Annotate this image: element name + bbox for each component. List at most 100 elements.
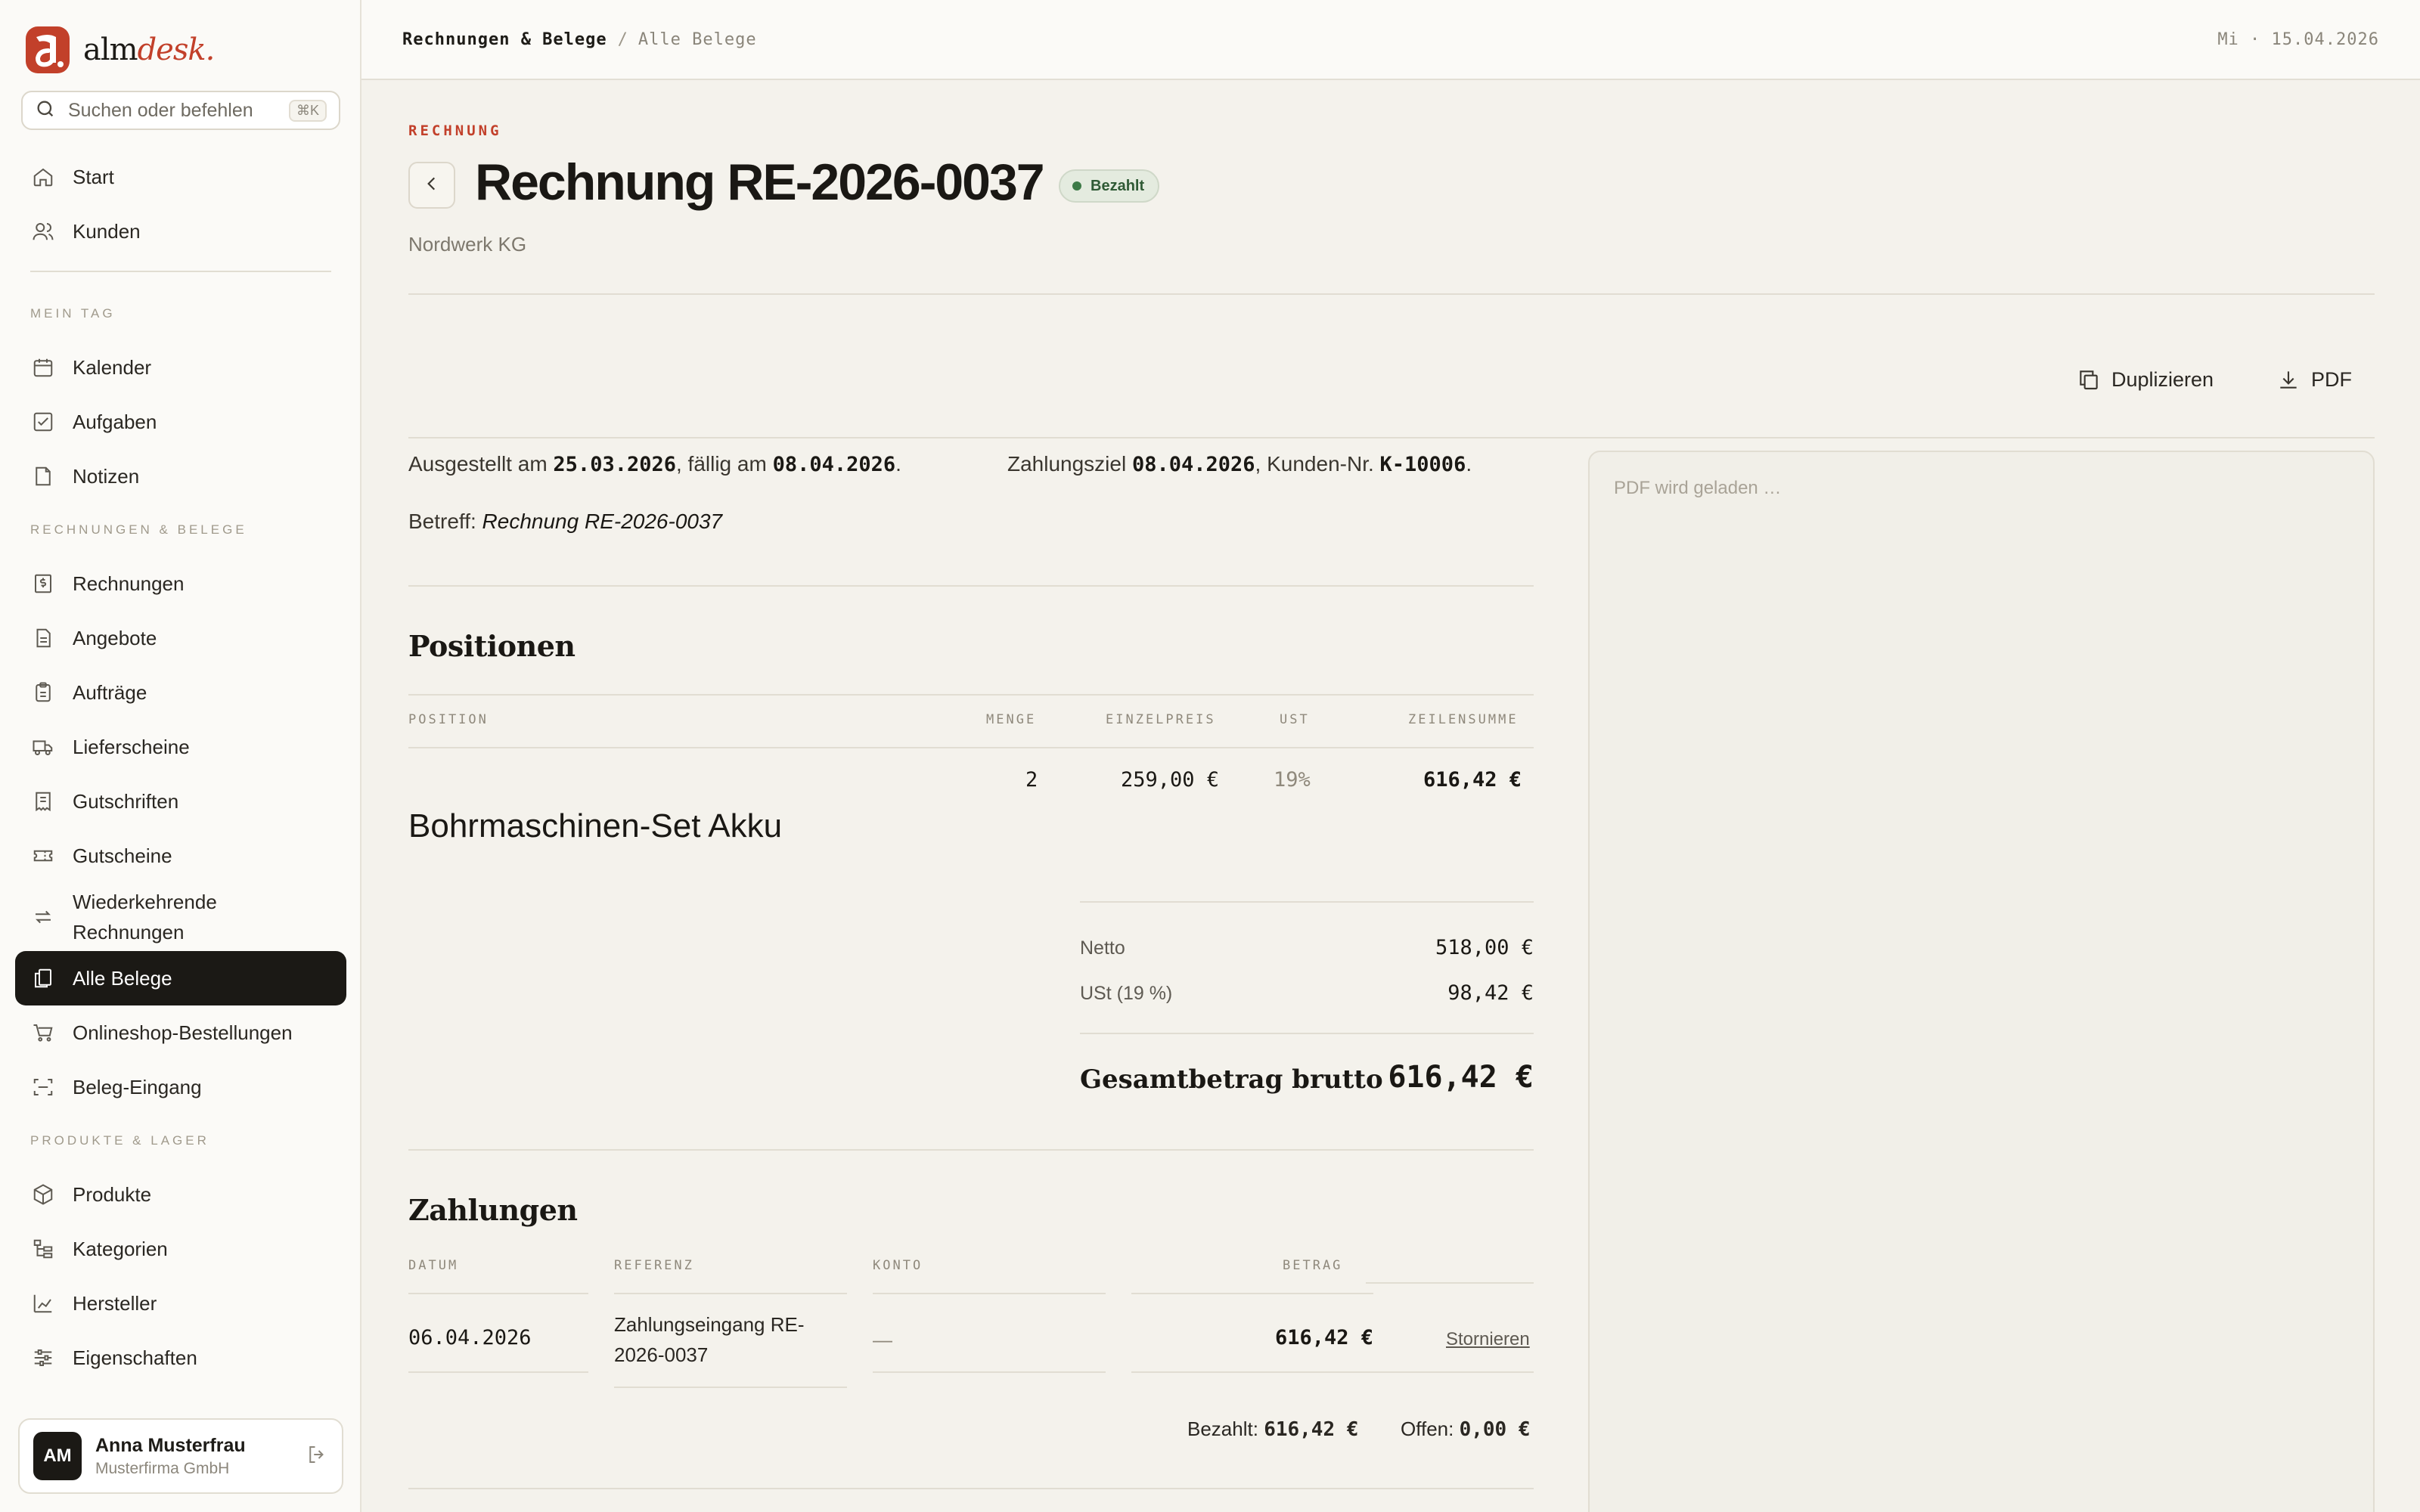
sidebar-item-rechnungen[interactable]: Rechnungen (15, 556, 346, 611)
checkbox-icon (30, 409, 56, 435)
sidebar-item-label: Beleg-Eingang (73, 1075, 202, 1098)
due-label: , fällig am (675, 452, 767, 476)
col-ust: UST (1280, 712, 1310, 727)
pay-row-line (873, 1371, 1106, 1373)
sidebar-item-label: Aufgaben (73, 410, 157, 433)
sidebar-item-eigenschaften[interactable]: Eigenschaften (15, 1331, 346, 1385)
cancel-payment-link[interactable]: Stornieren (1446, 1329, 1530, 1350)
sidebar-item-auftraege[interactable]: Aufträge (15, 665, 346, 720)
totals-top-divider (1080, 901, 1534, 903)
row-qty: 2 (1025, 768, 1038, 792)
invoice-detail: RECHNUNG Rechnung RE-2026-0037 Bezahlt N… (408, 80, 2375, 1512)
sidebar-item-label: Lieferscheine (73, 735, 190, 758)
customer-name[interactable]: Nordwerk KG (408, 233, 526, 256)
sidebar-item-onlineshop-bestellungen[interactable]: Onlineshop-Bestellungen (15, 1005, 346, 1060)
pdf-download-button[interactable]: PDF (2276, 367, 2352, 392)
sidebar-item-wiederkehrende-rechnungen[interactable]: Wiederkehrende Rechnungen (15, 883, 346, 951)
breadcrumb-parent[interactable]: Rechnungen & Belege (402, 30, 607, 49)
sidebar: almdesk. Suchen oder befehlen ⌘K Start K… (0, 0, 361, 1512)
sidebar-item-label: Rechnungen (73, 572, 185, 595)
open-summary: Offen: 0,00 € (1401, 1414, 1531, 1445)
sidebar-item-gutscheine[interactable]: Gutscheine (15, 829, 346, 883)
breadcrumb-separator: / (617, 29, 628, 49)
net-value: 518,00 € (1435, 936, 1534, 959)
sidebar-item-kalender[interactable]: Kalender (15, 340, 346, 395)
gross-value: 616,42 € (1388, 1060, 1534, 1095)
sidebar-item-start[interactable]: Start (15, 150, 346, 204)
dollar-doc-icon (30, 571, 56, 596)
net-label: Netto (1080, 937, 1125, 959)
sidebar-item-label: Kalender (73, 355, 152, 379)
sidebar-item-hersteller[interactable]: Hersteller (15, 1276, 346, 1331)
header-divider (408, 293, 2375, 295)
col-datum: DATUM (408, 1258, 459, 1273)
col-konto: KONTO (873, 1258, 923, 1273)
status-label: Bezahlt (1091, 177, 1145, 194)
truck-icon (30, 734, 56, 760)
logout-icon[interactable] (306, 1443, 328, 1470)
payment-amount: 616,42 € (1274, 1326, 1373, 1349)
box-icon (30, 1182, 56, 1207)
payment-reference: Zahlungseingang RE- 2026-0037 (614, 1309, 805, 1370)
positions-table-top (408, 694, 1534, 696)
download-icon (2276, 367, 2301, 392)
sidebar-item-alle-belege[interactable]: Alle Belege (15, 951, 346, 1005)
totals-bottom-divider (408, 1149, 1534, 1151)
user-name: Anna Musterfrau (95, 1434, 246, 1456)
chevron-left-icon (422, 174, 442, 197)
sidebar-item-label: Wiederkehrende Rechnungen (73, 887, 217, 947)
sidebar-item-label: Onlineshop-Bestellungen (73, 1021, 293, 1044)
vat-value: 98,42 € (1447, 981, 1534, 1005)
issued-date: 25.03.2026 (553, 453, 676, 476)
row-unit-price: 259,00 € (1121, 768, 1220, 792)
sidebar-item-notizen[interactable]: Notizen (15, 449, 346, 503)
brand-logo[interactable]: almdesk. (26, 26, 215, 74)
pdf-preview[interactable]: PDF wird geladen … (1588, 451, 2375, 1512)
topbar: Rechnungen & Belege / Alle Belege Mi · 1… (361, 0, 2420, 80)
sidebar-item-label: Gutschriften (73, 789, 179, 813)
sidebar-item-aufgaben[interactable]: Aufgaben (15, 395, 346, 449)
back-button[interactable] (408, 162, 455, 209)
sidebar-item-label: Produkte (73, 1182, 152, 1206)
col-referenz: REFERENZ (614, 1258, 694, 1273)
sidebar-item-kategorien[interactable]: Kategorien (15, 1222, 346, 1276)
paid-label: Bezahlt: (1187, 1418, 1258, 1440)
ticket-icon (30, 843, 56, 869)
sidebar-item-kunden[interactable]: Kunden (15, 204, 346, 259)
user-card[interactable]: AM Anna Musterfrau Musterfirma GmbH (18, 1418, 343, 1494)
label-line-2: Rechnungen (73, 921, 185, 943)
sidebar-item-lieferscheine[interactable]: Lieferscheine (15, 720, 346, 774)
pdf-loading-text: PDF wird geladen … (1614, 478, 1782, 498)
customer-number: K-10006 (1379, 453, 1466, 476)
sidebar-item-label: Eigenschaften (73, 1346, 197, 1369)
sidebar-item-label: Angebote (73, 626, 157, 649)
sidebar-item-label: Aufträge (73, 680, 147, 704)
vat-label: USt (19 %) (1080, 983, 1173, 1004)
repeat-icon (30, 904, 56, 930)
pay-row-line (1131, 1371, 1373, 1373)
sidebar-item-produkte[interactable]: Produkte (15, 1167, 346, 1222)
search-input[interactable]: Suchen oder befehlen ⌘K (21, 91, 340, 130)
positions-heading: Positionen (408, 629, 576, 663)
customer-no-label: , Kunden-Nr. (1255, 452, 1374, 476)
status-badge: Bezahlt (1059, 169, 1160, 203)
sidebar-item-angebote[interactable]: Angebote (15, 611, 346, 665)
payments-bottom-divider (408, 1488, 1534, 1489)
row-line-total: 616,42 € (1423, 768, 1522, 792)
reference-line-2: 2026-0037 (614, 1343, 709, 1366)
pay-row-line (1366, 1371, 1534, 1373)
pay-row-line (614, 1387, 847, 1388)
sidebar-item-gutschriften[interactable]: Gutschriften (15, 774, 346, 829)
term-date: 08.04.2026 (1131, 453, 1255, 476)
subject-line: Betreff: Rechnung RE-2026-0037 (408, 510, 722, 534)
avatar: AM (33, 1432, 82, 1480)
col-einzelpreis: EINZELPREIS (1106, 712, 1216, 727)
user-org: Musterfirma GmbH (95, 1459, 230, 1477)
current-date: Mi · 15.04.2026 (2217, 29, 2379, 49)
sidebar-item-label: Kunden (73, 219, 141, 243)
users-icon (30, 218, 56, 244)
sidebar-item-beleg-eingang[interactable]: Beleg-Eingang (15, 1060, 346, 1114)
sidebar-item-label: Notizen (73, 464, 140, 488)
duplicate-button[interactable]: Duplizieren (2077, 367, 2214, 392)
col-position: POSITION (408, 712, 489, 727)
